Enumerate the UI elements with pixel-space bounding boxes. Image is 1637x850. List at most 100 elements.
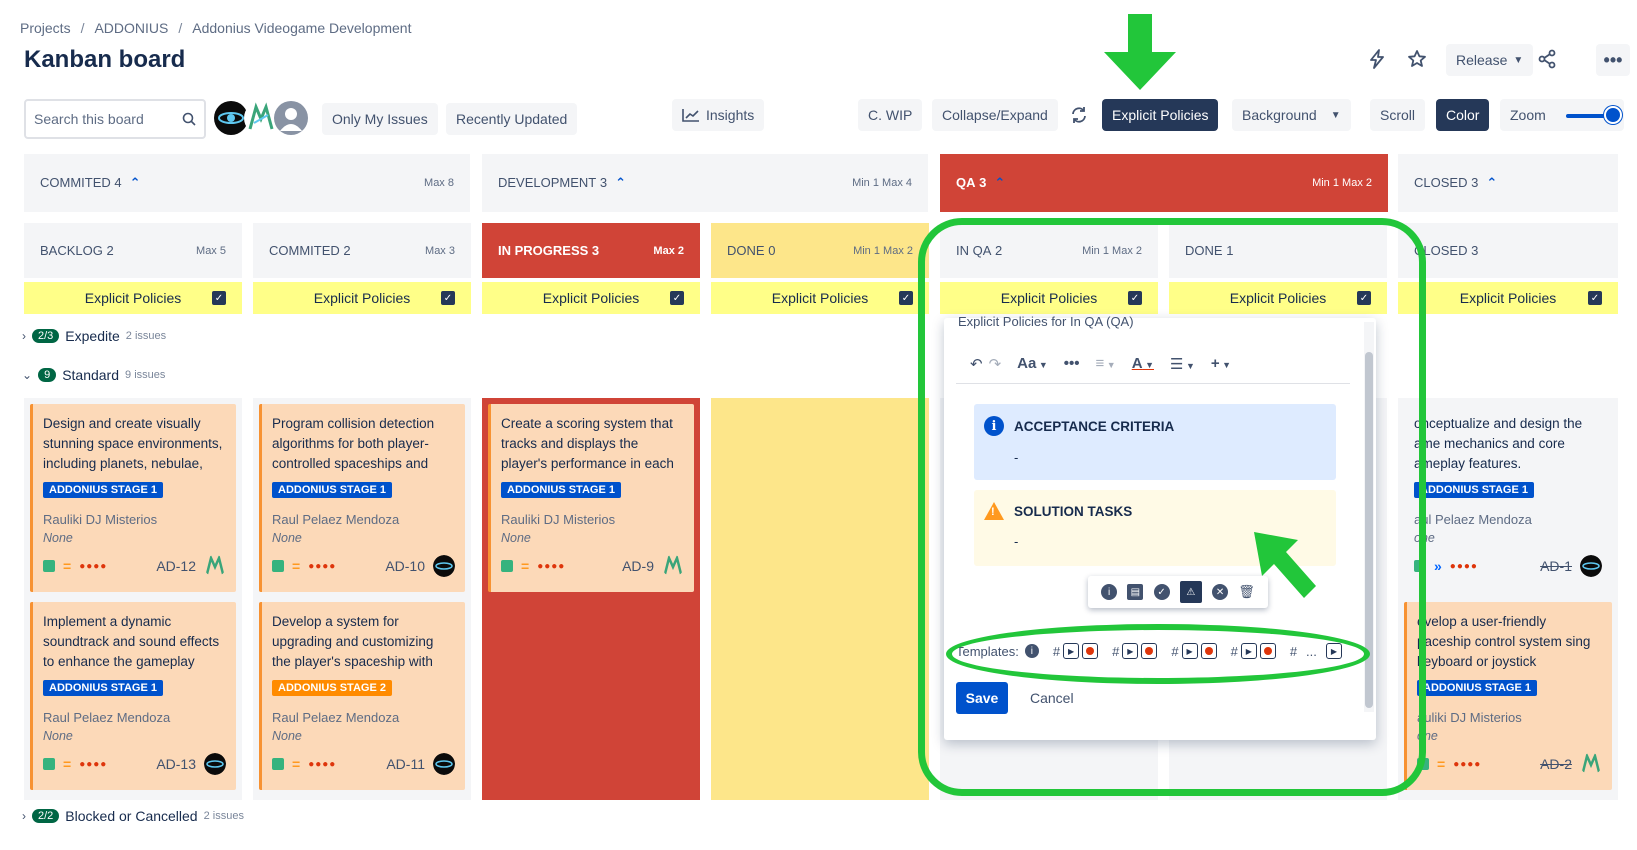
swimlane-expedite[interactable]: › 2/3 Expedite 2 issues	[22, 328, 166, 344]
issue-card[interactable]: evelop a user-friendly paceship control …	[1404, 602, 1612, 790]
avatar	[1581, 753, 1601, 773]
issue-card[interactable]: Design and create visually stunning spac…	[30, 404, 236, 592]
search-box[interactable]	[24, 99, 206, 139]
avatar	[433, 753, 455, 775]
issue-card[interactable]: Develop a system for upgrading and custo…	[259, 602, 465, 790]
checkbox-icon[interactable]: ✓	[441, 291, 455, 305]
breadcrumb: Projects / ADDONIUS / Addonius Videogame D…	[20, 20, 412, 36]
policy-strip-commited[interactable]: Explicit Policies ✓	[253, 282, 471, 314]
priority-medium-icon: =	[63, 756, 72, 772]
story-icon	[501, 560, 513, 572]
chart-icon	[682, 109, 699, 122]
column-header-done-dev[interactable]: DONE 0 Min 1 Max 2	[711, 223, 929, 278]
checkbox-icon[interactable]: ✓	[670, 291, 684, 305]
priority-medium-icon: =	[292, 756, 301, 772]
search-icon	[182, 112, 196, 126]
collapse-icon[interactable]: ⌃	[130, 175, 141, 190]
explicit-policies-button[interactable]: Explicit Policies	[1102, 99, 1219, 131]
epic-badge: ADDONIUS STAGE 1	[501, 482, 621, 498]
estimate-dots-icon: ●●●●	[1453, 758, 1482, 770]
issue-card[interactable]: Implement a dynamic soundtrack and sound…	[30, 602, 236, 790]
policy-strip-closed[interactable]: Explicit Policies ✓	[1398, 282, 1618, 314]
story-icon	[43, 758, 55, 770]
column-header-closed[interactable]: CLOSED 3	[1398, 223, 1618, 278]
release-button[interactable]: Release ▼	[1446, 44, 1534, 76]
priority-medium-icon: =	[292, 558, 301, 574]
column-header-in-progress[interactable]: IN PROGRESS 3 Max 2	[482, 223, 700, 278]
scroll-button[interactable]: Scroll	[1370, 99, 1426, 131]
policy-strip-in-progress[interactable]: Explicit Policies ✓	[482, 282, 700, 314]
story-icon	[43, 560, 55, 572]
recently-updated-button[interactable]: Recently Updated	[446, 103, 578, 135]
issue-card[interactable]: Create a scoring system that tracks and …	[488, 404, 694, 592]
zoom-slider-handle[interactable]	[1604, 106, 1622, 124]
policy-strip-backlog[interactable]: Explicit Policies ✓	[24, 282, 242, 314]
ellipsis-icon: •••	[1603, 49, 1623, 70]
collapse-icon[interactable]: ⌃	[994, 175, 1005, 190]
swimlane-standard[interactable]: ⌄ 9 Standard 9 issues	[22, 367, 165, 383]
epic-badge: ADDONIUS STAGE 1	[1417, 680, 1537, 696]
checkbox-icon[interactable]: ✓	[1588, 291, 1602, 305]
breadcrumb-board[interactable]: Addonius Videogame Development	[192, 20, 411, 36]
annotation-arrow-up-left-icon	[1254, 532, 1316, 598]
star-icon[interactable]	[1400, 42, 1434, 76]
avatar	[205, 555, 225, 575]
swimlane-blocked[interactable]: › 2/2 Blocked or Cancelled 2 issues	[22, 808, 244, 824]
group-header-qa[interactable]: QA 3 ⌃ Min 1 Max 2	[940, 154, 1388, 212]
annotation-highlight-ellipse	[946, 624, 1370, 684]
chevron-down-icon: ⌄	[22, 368, 33, 382]
avatar	[1580, 555, 1602, 577]
share-icon[interactable]	[1530, 42, 1564, 76]
cwip-button[interactable]: C. WIP	[858, 99, 923, 131]
breadcrumb-projects[interactable]: Projects	[20, 20, 71, 36]
epic-badge: ADDONIUS STAGE 1	[272, 482, 392, 498]
avatar-user-2[interactable]	[244, 101, 278, 135]
epic-badge: ADDONIUS STAGE 1	[43, 680, 163, 696]
more-options-button[interactable]: •••	[1596, 44, 1630, 76]
breadcrumb-project[interactable]: ADDONIUS	[94, 20, 168, 36]
estimate-dots-icon: ●●●●	[79, 560, 108, 572]
collapse-icon[interactable]: ⌃	[1486, 175, 1497, 190]
chevron-right-icon: ›	[22, 809, 26, 823]
avatar-user-1[interactable]	[214, 101, 248, 135]
chevron-down-icon: ▼	[1330, 109, 1341, 121]
column-body-done-dev	[711, 398, 929, 800]
refresh-icon[interactable]	[1062, 98, 1096, 132]
search-input[interactable]	[34, 111, 174, 127]
group-header-development[interactable]: DEVELOPMENT 3 ⌃ Min 1 Max 4	[482, 154, 928, 212]
column-header-backlog[interactable]: BACKLOG 2 Max 5	[24, 223, 242, 278]
estimate-dots-icon: ●●●●	[1449, 560, 1478, 572]
policy-strip-done-dev[interactable]: Explicit Policies ✓	[711, 282, 929, 314]
collapse-expand-button[interactable]: Collapse/Expand	[932, 99, 1058, 131]
avatar	[204, 753, 226, 775]
avatar	[663, 555, 683, 575]
chevron-right-icon: ›	[22, 329, 26, 343]
story-icon	[272, 560, 284, 572]
page-title: Kanban board	[24, 46, 186, 73]
annotation-highlight-rectangle	[918, 218, 1426, 796]
insights-button[interactable]: Insights	[672, 99, 765, 131]
avatar-user-3[interactable]	[274, 101, 308, 135]
group-header-closed[interactable]: CLOSED 3 ⌃	[1398, 154, 1618, 212]
background-button[interactable]: Background ▼	[1232, 99, 1351, 131]
estimate-dots-icon: ●●●●	[308, 560, 337, 572]
chevron-down-icon: ▼	[1513, 54, 1524, 66]
group-header-commited[interactable]: COMMITED 4 ⌃ Max 8	[24, 154, 470, 212]
priority-medium-icon: =	[63, 558, 72, 574]
issue-card[interactable]: Program collision detection algorithms f…	[259, 404, 465, 592]
priority-low-icon: »	[1434, 558, 1442, 574]
epic-badge: ADDONIUS STAGE 2	[272, 680, 392, 696]
checkbox-icon[interactable]: ✓	[212, 291, 226, 305]
only-my-issues-button[interactable]: Only My Issues	[322, 103, 438, 135]
estimate-dots-icon: ●●●●	[537, 560, 566, 572]
collapse-icon[interactable]: ⌃	[615, 175, 626, 190]
automation-icon[interactable]	[1360, 42, 1394, 76]
color-button[interactable]: Color	[1436, 99, 1490, 131]
estimate-dots-icon: ●●●●	[79, 758, 108, 770]
annotation-arrow-down-icon	[1104, 14, 1176, 90]
issue-card[interactable]: onceptualize and design the ame mechanic…	[1404, 404, 1612, 592]
epic-badge: ADDONIUS STAGE 1	[43, 482, 163, 498]
column-header-commited[interactable]: COMMITED 2 Max 3	[253, 223, 471, 278]
checkbox-icon[interactable]: ✓	[899, 291, 913, 305]
priority-medium-icon: =	[521, 558, 530, 574]
